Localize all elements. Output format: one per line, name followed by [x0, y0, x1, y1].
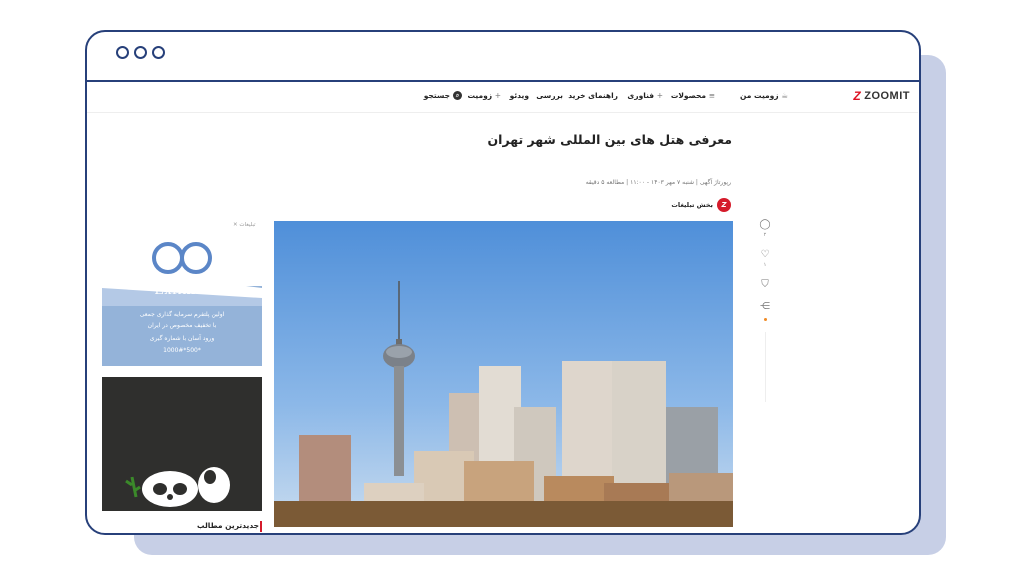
browser-window: Z ZOOMIT ☕ زومیت من ≡ محصولات + فناوری ر… [85, 30, 921, 535]
site-navbar: Z ZOOMIT ☕ زومیت من ≡ محصولات + فناوری ر… [87, 82, 918, 113]
progress-dot [763, 318, 767, 321]
ad-line-4: *500*1000# [163, 347, 201, 354]
nav-review[interactable]: بررسی [536, 91, 563, 100]
article-meta: رپورتاژ آگهی | شنبه ۷ مهر ۱۴۰۳ - ۱۱:۰۰ |… [585, 179, 731, 186]
exfinito-ad-banner[interactable]: Exfinito اولین پلتفرم سرمایه گذاری جمعی … [102, 228, 262, 366]
search-icon: ⌕ [453, 91, 462, 100]
heart-icon[interactable]: ♡ [761, 250, 770, 260]
comments-count: ۲ [763, 232, 767, 238]
window-titlebar [87, 32, 919, 82]
zoomit-logo-icon: Z [853, 89, 862, 103]
likes-count: ۱ [763, 262, 767, 268]
zoomit-logo[interactable]: Z ZOOMIT [853, 89, 910, 103]
nav-technology-label: فناوری [627, 91, 655, 100]
nav-zoomit-plus[interactable]: + زومیت [467, 91, 501, 100]
nav-zoomit-plus-label: زومیت [467, 91, 493, 100]
menu-icon: ≡ [708, 91, 715, 100]
search-button[interactable]: ⌕ جستجو [424, 91, 462, 100]
nav-my-zoomit-label: زومیت من [740, 91, 779, 100]
article-author[interactable]: Z بخش تبلیغات [671, 198, 731, 212]
nav-video[interactable]: ویدئو [510, 91, 529, 100]
nav-products[interactable]: ≡ محصولات [671, 91, 715, 100]
share-icon[interactable]: ⋲ [760, 302, 770, 312]
window-controls [116, 46, 165, 59]
latest-posts-heading: جدیدترین مطالب [197, 521, 260, 530]
comment-icon[interactable]: ◯ [759, 220, 770, 230]
nav-review-label: بررسی [536, 91, 563, 100]
nav-technology[interactable]: + فناوری [627, 91, 663, 100]
window-dot-3[interactable] [152, 46, 165, 59]
nav-video-label: ویدئو [509, 91, 529, 100]
article-hero-image [274, 221, 733, 527]
article-actions: ◯ ۲ ♡ ۱ ⛉ ⋲ [756, 220, 774, 321]
ad-line-2: با تخفیف مخصوص در ایران [147, 322, 217, 329]
search-label: جستجو [423, 91, 450, 100]
ad-brand: Exfinito [154, 283, 210, 298]
ad-line-3: ورود آسان با شماره گیری [149, 335, 215, 342]
reading-progress-track [765, 332, 766, 402]
cup-icon: ☕ [781, 91, 788, 100]
panda-ad-banner[interactable] [102, 377, 262, 511]
nav-products-label: محصولات [670, 91, 707, 100]
author-avatar: Z [717, 198, 731, 212]
nav-my-zoomit[interactable]: ☕ زومیت من [740, 91, 788, 100]
author-name: بخش تبلیغات [671, 201, 713, 209]
latest-heading-accent [260, 521, 262, 532]
ad-line-1: اولین پلتفرم سرمایه گذاری جمعی [139, 311, 225, 318]
logo-text: ZOOMIT [864, 90, 910, 102]
bookmark-icon[interactable]: ⛉ [761, 280, 769, 290]
plus-icon: + [656, 91, 663, 100]
nav-buying-guide-label: راهنمای خرید [568, 91, 618, 100]
window-dot-1[interactable] [116, 46, 129, 59]
window-dot-2[interactable] [134, 46, 147, 59]
plus-icon: + [494, 91, 501, 100]
panda-illustration-icon [125, 467, 230, 507]
nav-buying-guide[interactable]: راهنمای خرید [568, 91, 618, 100]
article-title: معرفی هتل های بین المللی شهر تهران [487, 132, 732, 147]
